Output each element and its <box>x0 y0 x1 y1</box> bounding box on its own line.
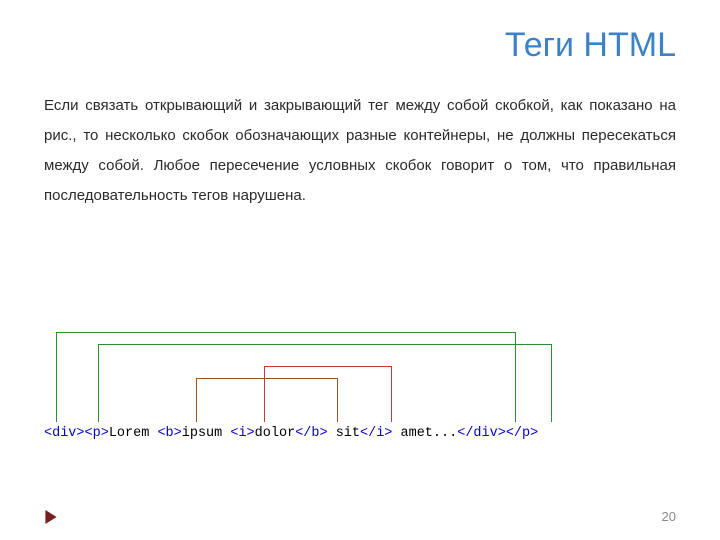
code-tag: </i> <box>360 426 392 441</box>
play-arrow-icon <box>44 510 58 524</box>
code-text: sit <box>328 426 360 441</box>
code-text: Lorem <box>109 426 158 441</box>
code-text: amet... <box>392 426 457 441</box>
code-tag: </div> <box>457 426 506 441</box>
code-tag: <i> <box>230 426 254 441</box>
tag-nesting-figure: <div><p>Lorem <b>ipsum <i>dolor</b> sit<… <box>44 330 676 460</box>
code-tag: <b> <box>157 426 181 441</box>
code-tag: </p> <box>506 426 538 441</box>
code-text: dolor <box>255 426 296 441</box>
code-text: ipsum <box>182 426 231 441</box>
code-tag: <p> <box>85 426 109 441</box>
bracket-i <box>264 366 392 422</box>
code-tag: </b> <box>295 426 327 441</box>
body-paragraph: Если связать открывающий и закрывающий т… <box>44 91 676 211</box>
code-line: <div><p>Lorem <b>ipsum <i>dolor</b> sit<… <box>44 426 676 441</box>
code-tag: <div> <box>44 426 85 441</box>
slide: Теги HTML Если связать открывающий и зак… <box>0 0 720 540</box>
page-number: 20 <box>662 509 676 524</box>
page-title: Теги HTML <box>44 26 676 65</box>
